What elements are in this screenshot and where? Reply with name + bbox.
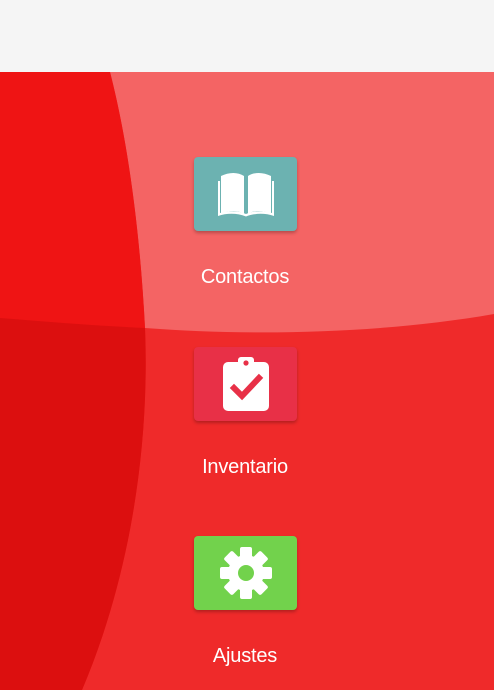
top-bar (0, 0, 494, 72)
ajustes-button[interactable] (194, 536, 297, 610)
app-screen: Contactos Inventario Ajustes (0, 0, 494, 690)
inventario-button[interactable] (194, 347, 297, 421)
menu-item-ajustes: Ajustes (0, 536, 494, 686)
clipboard-check-icon (221, 356, 271, 412)
ajustes-label[interactable]: Ajustes (145, 644, 345, 668)
gear-icon (219, 546, 273, 600)
contactos-button[interactable] (194, 157, 297, 231)
contactos-label[interactable]: Contactos (145, 265, 345, 289)
inventario-label[interactable]: Inventario (145, 455, 345, 479)
menu-item-contactos: Contactos (0, 157, 494, 307)
menu-item-inventario: Inventario (0, 347, 494, 497)
book-open-icon (217, 171, 275, 217)
